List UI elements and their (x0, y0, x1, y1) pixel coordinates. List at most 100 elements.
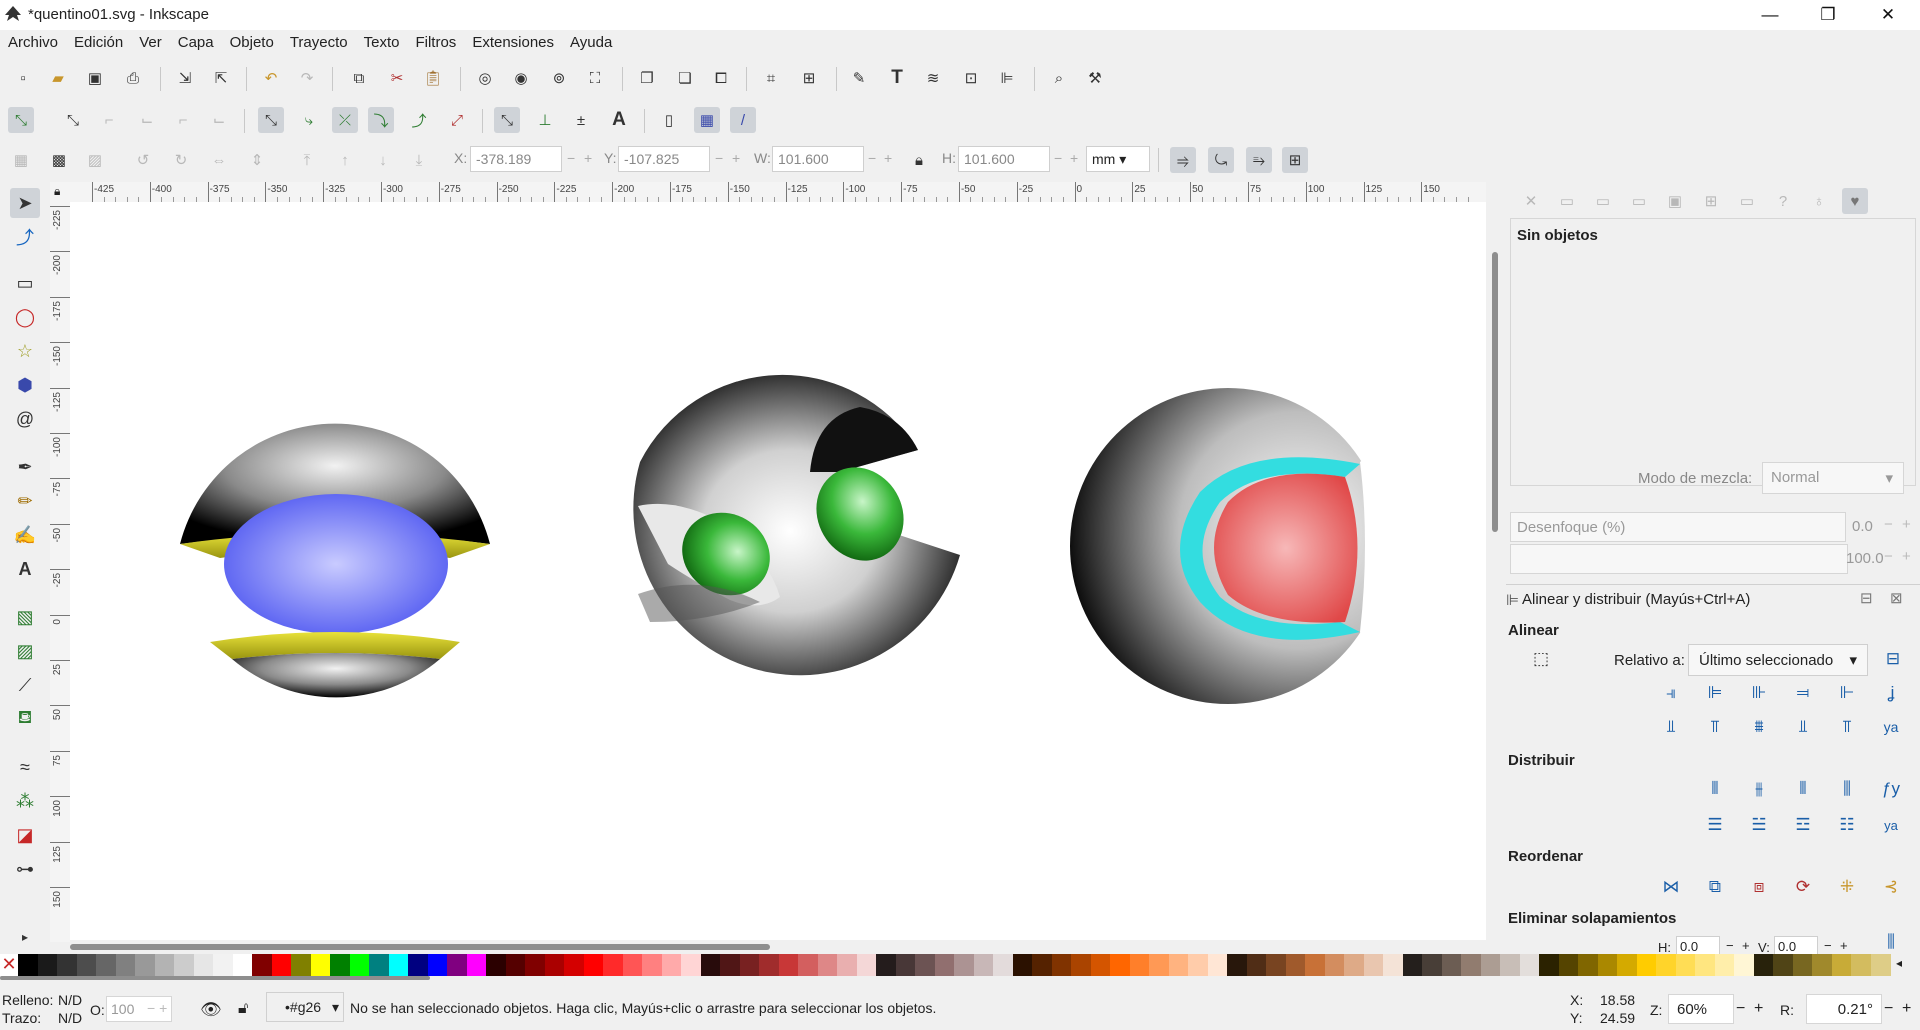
palette-swatch[interactable] (1695, 954, 1715, 976)
snap-grid-icon[interactable]: ▦ (694, 107, 720, 133)
ungroup-icon[interactable]: ⊞ (796, 65, 822, 91)
text-font-icon[interactable]: T (884, 65, 910, 91)
palette-swatch[interactable] (622, 954, 643, 976)
horizontal-scrollbar[interactable] (70, 940, 1486, 954)
align-bottom-to-top-icon[interactable]: ⫫ (1656, 712, 1686, 742)
raise-to-top-icon[interactable]: ⤒ (294, 147, 320, 173)
print-icon[interactable]: ⎙ (120, 65, 146, 91)
palette-swatch[interactable] (564, 954, 584, 976)
snap-bbox-icon[interactable]: ⤡ (60, 107, 86, 133)
sphere-left[interactable] (180, 423, 490, 698)
palette-swatch[interactable] (876, 954, 896, 976)
zoom-decrement-button[interactable]: − (1736, 1000, 1745, 1018)
node-tool-icon[interactable]: ⤴ (10, 222, 40, 252)
palette-swatch[interactable] (1149, 954, 1169, 976)
palette-swatch[interactable] (310, 954, 331, 976)
horizontal-ruler[interactable]: -425 -400 -375 -350 -325 -300 -275 -250 -225 -200… (70, 182, 1486, 203)
no-paint-icon[interactable]: ✕ (1518, 188, 1544, 214)
undo-icon[interactable]: ↶ (258, 65, 284, 91)
distribute-baselines-horizontal-icon[interactable]: ƒy (1876, 774, 1906, 804)
palette-swatch[interactable] (1597, 954, 1618, 976)
palette-swatch[interactable] (778, 954, 799, 976)
exchange-clockwise-icon[interactable]: ⟳ (1788, 872, 1818, 902)
align-bottom-edges-icon[interactable]: ⫫ (1788, 712, 1818, 742)
snap-enable-icon[interactable]: ⤡ (8, 107, 34, 133)
close-window-button[interactable]: ✕ (1860, 0, 1916, 30)
overlap-h-increment[interactable]: + (1742, 938, 1750, 953)
snap-bbox-corner-icon[interactable]: ⌙ (134, 107, 160, 133)
palette-swatch[interactable] (1792, 954, 1813, 976)
spray-tool-icon[interactable]: ⁂ (10, 786, 40, 816)
paste-icon[interactable]: 📋︎ (420, 65, 446, 91)
distribute-gaps-horizontal-icon[interactable]: ⫼ (1832, 774, 1862, 804)
close-dialog-icon[interactable]: ⊠ (1890, 589, 1903, 607)
palette-swatch[interactable] (1402, 954, 1423, 976)
palette-swatch[interactable] (154, 954, 175, 976)
palette-swatch[interactable] (1305, 954, 1325, 976)
snap-intersection-icon[interactable]: ⤫ (332, 107, 358, 133)
menu-ver[interactable]: Ver (131, 30, 170, 51)
palette-swatch[interactable] (1714, 954, 1735, 976)
scale-stroke-icon[interactable]: ⥤ (1170, 147, 1196, 173)
palette-swatch[interactable] (1168, 954, 1189, 976)
vertical-scrollbar-thumb[interactable] (1492, 252, 1498, 532)
palette-swatch[interactable] (427, 954, 448, 976)
palette-swatch[interactable] (525, 954, 545, 976)
snap-guide-icon[interactable]: / (730, 107, 756, 133)
snap-center-icon[interactable]: ⊥ (532, 107, 558, 133)
ellipse-tool-icon[interactable]: ◯ (10, 302, 40, 332)
palette-swatch[interactable] (1812, 954, 1832, 976)
randomize-positions-icon[interactable]: ⁜ (1832, 872, 1862, 902)
palette-swatch[interactable] (349, 954, 370, 976)
rotate-ccw-icon[interactable]: ↺ (130, 147, 156, 173)
layer-select[interactable]: •#g26 ▾ (266, 992, 344, 1022)
snap-bbox-midpoint-icon[interactable]: ⌐ (170, 107, 196, 133)
radial-gradient-icon[interactable]: ▭ (1626, 188, 1652, 214)
distribute-right-edges-icon[interactable]: ⫴ (1788, 774, 1818, 804)
flip-horizontal-icon[interactable]: ⇔ (206, 147, 232, 173)
palette-swatch[interactable] (642, 954, 662, 976)
palette-swatch[interactable] (486, 954, 506, 976)
menu-archivo[interactable]: Archivo (0, 30, 66, 51)
snap-rotation-center-icon[interactable]: ± (568, 107, 594, 133)
eraser-tool-icon[interactable]: ◪ (10, 820, 40, 850)
selector-tool-icon[interactable]: ➤ (10, 188, 40, 218)
palette-swatch[interactable] (330, 954, 350, 976)
cut-icon[interactable]: ✂ (384, 65, 410, 91)
palette-swatch[interactable] (1032, 954, 1052, 976)
distribute-baselines-vertical-icon[interactable]: ya (1876, 810, 1906, 840)
palette-swatch[interactable] (232, 954, 253, 976)
menu-edicion[interactable]: Edición (66, 30, 131, 51)
overlap-h-field[interactable]: 0.0 (1676, 936, 1720, 956)
opacity-decrement-button[interactable]: − (1884, 548, 1893, 565)
scale-corners-icon[interactable]: ⤿ (1208, 147, 1234, 173)
text-tool-icon[interactable]: A (10, 554, 40, 584)
palette-swatch[interactable] (193, 954, 214, 976)
transform-gradients-icon[interactable]: ⥱ (1246, 147, 1272, 173)
linear-gradient-icon[interactable]: ▭ (1590, 188, 1616, 214)
collapse-dialog-icon[interactable]: ⊟ (1860, 589, 1873, 607)
blur-value[interactable]: 0.0 (1852, 518, 1873, 535)
palette-swatch[interactable] (1753, 954, 1774, 976)
flip-vertical-icon[interactable]: ⇕ (244, 147, 270, 173)
export-icon[interactable]: ⇱ (208, 65, 234, 91)
treat-as-group-icon[interactable]: ⬚ (1526, 644, 1556, 674)
vertical-scrollbar[interactable] (1488, 202, 1502, 942)
palette-swatch[interactable] (1266, 954, 1286, 976)
palette-swatch[interactable] (1012, 954, 1033, 976)
star-tool-icon[interactable]: ☆ (10, 336, 40, 366)
raise-icon[interactable]: ↑ (332, 147, 358, 173)
palette-swatch[interactable] (135, 954, 155, 976)
unlink-clone-icon[interactable]: ⧠ (708, 65, 734, 91)
snap-text-baseline-icon[interactable]: A (606, 107, 632, 133)
distribute-left-edges-icon[interactable]: ⫴ (1700, 774, 1730, 804)
menu-objeto[interactable]: Objeto (222, 30, 282, 51)
palette-swatch[interactable] (369, 954, 389, 976)
palette-swatch[interactable] (583, 954, 604, 976)
zoom-width-icon[interactable]: ⛶ (582, 65, 608, 91)
palette-swatch[interactable] (1734, 954, 1754, 976)
dropper-tool-icon[interactable]: ⟋ (10, 670, 40, 700)
palette-swatch[interactable] (388, 954, 409, 976)
align-text-baseline-horizontal-icon[interactable]: ʝ (1876, 678, 1906, 708)
menu-ayuda[interactable]: Ayuda (562, 30, 620, 51)
